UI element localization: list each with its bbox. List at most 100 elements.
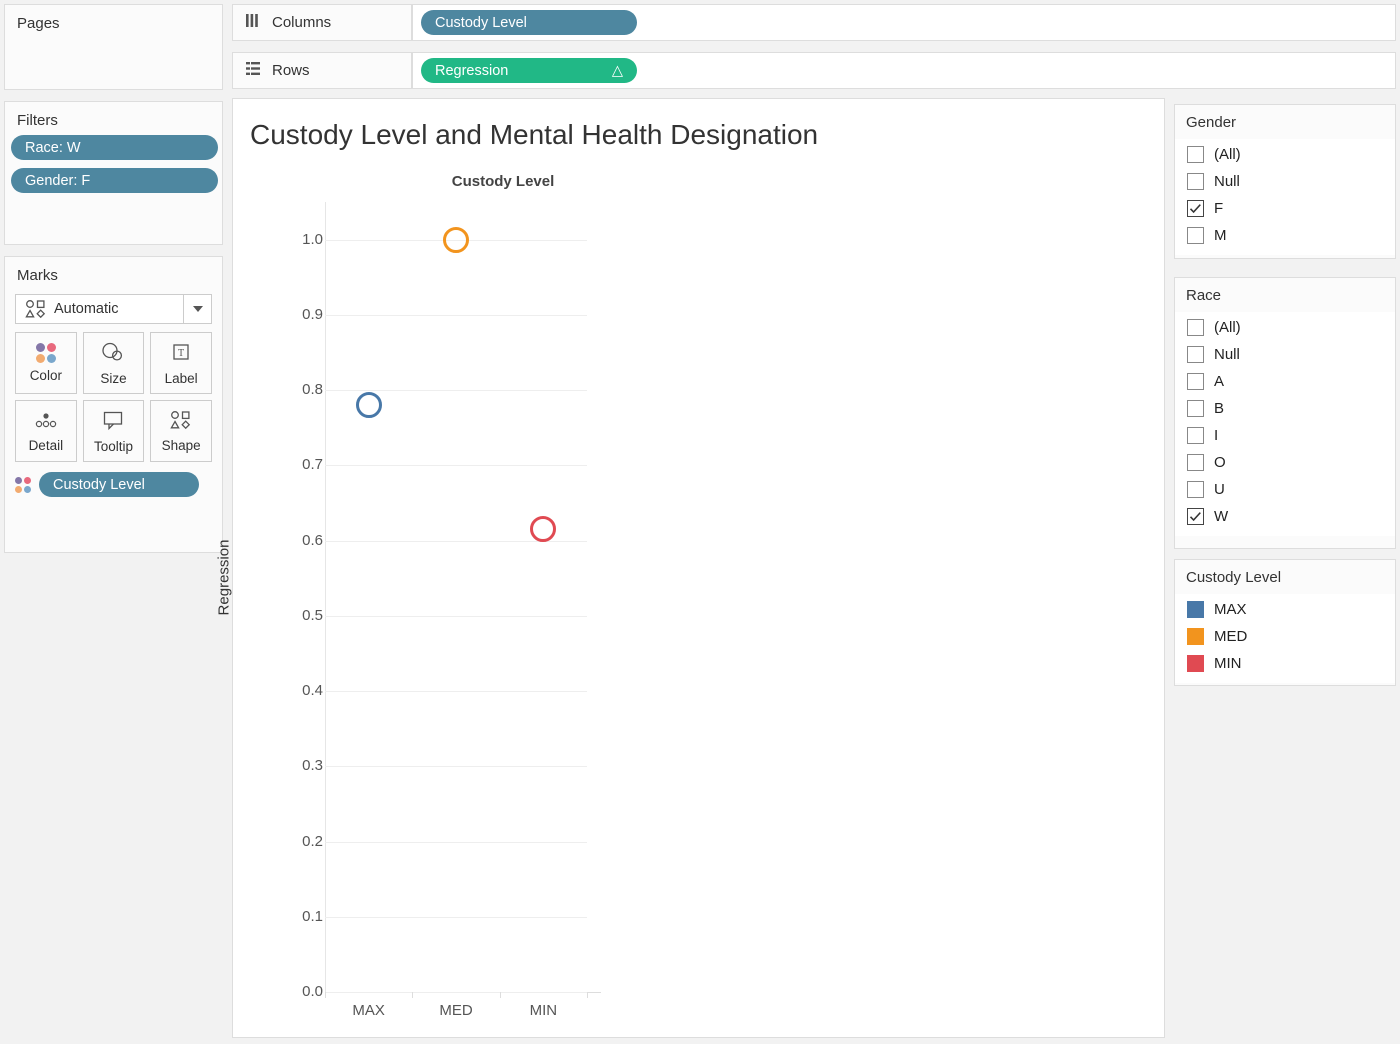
filter-pill-gender[interactable]: Gender: F — [11, 168, 218, 193]
column-field-header: Custody Level — [451, 173, 555, 190]
checkbox-checked-icon[interactable] — [1187, 200, 1204, 217]
gridline — [325, 465, 587, 467]
gender-filter-options: (All) Null F M — [1175, 139, 1395, 255]
checkbox-checked-icon[interactable] — [1187, 508, 1204, 525]
y-axis-tick-label: 0.5 — [302, 606, 323, 624]
checkbox-icon[interactable] — [1187, 173, 1204, 190]
gridline — [325, 992, 587, 993]
x-axis-tick-label: MIN — [529, 1002, 558, 1019]
race-filter-card: Race (All) Null A B I O U W — [1174, 277, 1396, 549]
checkbox-icon[interactable] — [1187, 346, 1204, 363]
y-axis-tick-label: 0.3 — [302, 757, 323, 775]
legend-item[interactable]: MED — [1175, 623, 1395, 650]
size-button[interactable]: Size — [82, 332, 145, 394]
checkbox-icon[interactable] — [1187, 373, 1204, 390]
legend-title: Custody Level — [1175, 560, 1395, 594]
color-dots-icon — [15, 476, 31, 493]
legend-item[interactable]: MIN — [1175, 650, 1395, 677]
tooltip-button-label: Tooltip — [93, 438, 133, 454]
gender-filter-option[interactable]: Null — [1175, 168, 1395, 195]
columns-shelf-field[interactable]: Custody Level — [412, 4, 1396, 41]
mark-type-dropdown[interactable]: Automatic — [15, 294, 212, 324]
legend-items: MAX MED MIN — [1175, 594, 1395, 683]
tableau-worksheet: Pages Filters Race: W Gender: F Marks Au… — [0, 0, 1400, 1044]
marks-color-pill[interactable]: Custody Level — [39, 472, 199, 497]
detail-button[interactable]: Detail — [15, 400, 77, 462]
race-filter-option-label: I — [1214, 427, 1219, 444]
race-filter-option-label: B — [1214, 400, 1225, 417]
gender-filter-option[interactable]: (All) — [1175, 141, 1395, 168]
data-point-mark[interactable] — [355, 392, 382, 419]
detail-button-label: Detail — [28, 437, 64, 453]
x-axis-tick-label: MED — [439, 1002, 473, 1019]
svg-text:T: T — [178, 348, 184, 359]
legend-item-label: MAX — [1214, 601, 1247, 618]
label-text-icon: T — [170, 341, 192, 366]
checkbox-icon[interactable] — [1187, 319, 1204, 336]
y-axis-tick-label: 0.6 — [302, 531, 323, 549]
plot-area: 0.0 0.1 0.2 0.3 0.4 0.5 0.6 0.7 0.8 0.9 1.0 MAX MED M… — [302, 202, 601, 1019]
rows-shelf-field[interactable]: Regression △ — [412, 52, 1396, 89]
race-filter-option-label: A — [1214, 373, 1225, 390]
columns-pill-custody-level[interactable]: Custody Level — [421, 10, 637, 35]
y-axis-tick-label: 0.0 — [302, 983, 323, 1000]
color-legend-card: Custody Level MAX MED MIN — [1174, 559, 1396, 686]
color-button[interactable]: Color — [15, 332, 77, 394]
checkbox-icon[interactable] — [1187, 454, 1204, 471]
size-button-label: Size — [100, 370, 127, 386]
checkbox-icon[interactable] — [1187, 400, 1204, 417]
legend-color-swatch — [1187, 628, 1204, 645]
data-point-mark[interactable] — [530, 516, 557, 543]
tooltip-button[interactable]: Tooltip — [82, 400, 145, 462]
legend-item-label: MIN — [1214, 655, 1242, 672]
gender-filter-option-label: M — [1214, 227, 1227, 244]
race-filter-option[interactable]: A — [1175, 368, 1395, 395]
race-filter-option-label: U — [1214, 481, 1225, 498]
race-filter-option-label: Null — [1214, 346, 1240, 363]
legend-item[interactable]: MAX — [1175, 596, 1395, 623]
gridline — [325, 615, 587, 617]
race-filter-option[interactable]: I — [1175, 422, 1395, 449]
checkbox-icon[interactable] — [1187, 481, 1204, 498]
checkbox-icon[interactable] — [1187, 427, 1204, 444]
gridline — [325, 766, 587, 768]
gender-filter-option[interactable]: M — [1175, 222, 1395, 249]
race-filter-option[interactable]: W — [1175, 503, 1395, 530]
rows-label-text: Rows — [272, 62, 310, 79]
checkbox-icon[interactable] — [1187, 146, 1204, 163]
shapes-icon — [25, 299, 47, 319]
race-filter-option[interactable]: B — [1175, 395, 1395, 422]
label-button[interactable]: T Label — [150, 332, 212, 394]
filter-pill-race[interactable]: Race: W — [11, 135, 218, 160]
y-axis-tick-label: 0.1 — [302, 907, 323, 925]
race-filter-option[interactable]: U — [1175, 476, 1395, 503]
gender-filter-option-label: (All) — [1214, 146, 1241, 163]
columns-bars-icon — [245, 13, 262, 32]
chevron-down-icon[interactable] — [183, 295, 211, 323]
race-filter-option-label: (All) — [1214, 319, 1241, 336]
gridline — [325, 390, 587, 392]
mark-type-label: Automatic — [54, 301, 119, 317]
rows-pill-regression[interactable]: Regression △ — [421, 58, 637, 83]
race-filter-option[interactable]: Null — [1175, 341, 1395, 368]
color-button-label: Color — [29, 368, 62, 383]
pages-card: Pages — [4, 4, 223, 90]
gridline — [325, 916, 587, 918]
race-filter-option-label: O — [1214, 454, 1226, 471]
size-circles-icon — [100, 341, 126, 366]
gender-filter-option[interactable]: F — [1175, 195, 1395, 222]
checkbox-icon[interactable] — [1187, 227, 1204, 244]
x-axis-tick-mark — [412, 992, 414, 998]
race-filter-option[interactable]: (All) — [1175, 314, 1395, 341]
filters-title: Filters — [17, 112, 58, 129]
y-axis-tick-label: 1.0 — [302, 230, 323, 248]
x-axis-tick-label: MAX — [352, 1002, 385, 1019]
marks-buttons: Color Size T Label Detail Tooltip Shape — [15, 332, 212, 462]
gridline — [325, 691, 587, 693]
delta-icon: △ — [611, 62, 623, 79]
filters-card: Filters Race: W Gender: F — [4, 101, 223, 245]
data-point-mark[interactable] — [443, 226, 469, 253]
shape-button[interactable]: Shape — [150, 400, 212, 462]
race-filter-option[interactable]: O — [1175, 449, 1395, 476]
y-axis-tick-label: 0.8 — [302, 381, 323, 399]
